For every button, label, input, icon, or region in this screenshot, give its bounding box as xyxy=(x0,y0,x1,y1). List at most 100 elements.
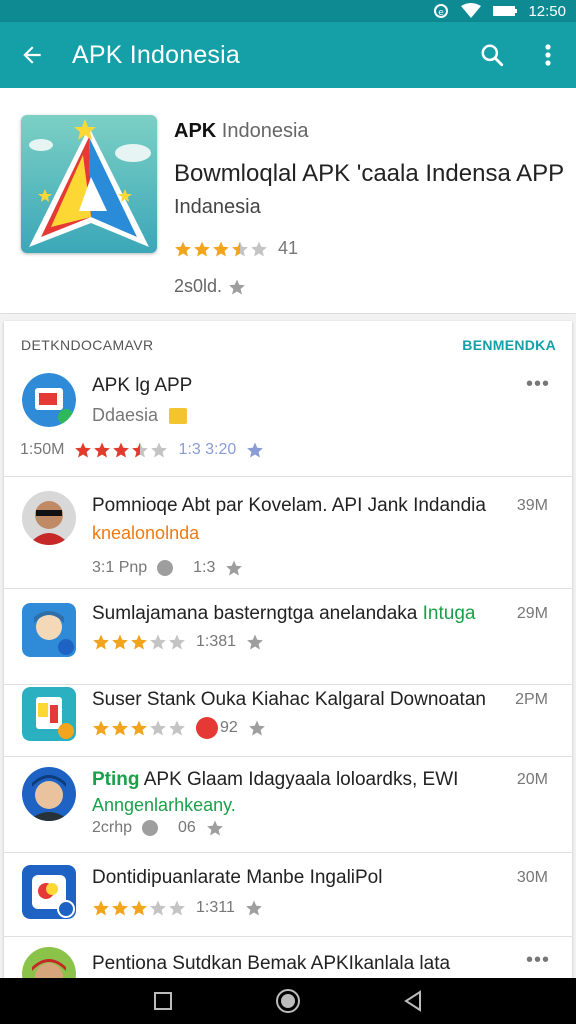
star-icon xyxy=(131,720,147,736)
search-button[interactable] xyxy=(464,22,520,88)
system-nav-bar xyxy=(0,978,576,1024)
app-size: 2PM xyxy=(515,691,548,708)
rating-count: 06 xyxy=(178,819,196,836)
app-name: Suser Stank Ouka Kiahac Kalgaral Downoat… xyxy=(92,689,486,710)
list-item[interactable]: APK lg APP Ddaesia ••• 1:50M 1:3 3:20 xyxy=(4,365,572,477)
back-button[interactable] xyxy=(0,22,64,88)
home-circle-icon xyxy=(275,989,300,1013)
app-publisher: Ddaesia xyxy=(92,405,188,426)
star-icon xyxy=(169,900,185,916)
list-item[interactable]: Suser Stank Ouka Kiahac Kalgaral Downoat… xyxy=(4,685,572,757)
rating-count: 1:3 xyxy=(193,559,216,576)
user-avatar-icon xyxy=(22,947,76,981)
star-icon xyxy=(247,634,263,650)
section-more-link[interactable]: BENMENDKA xyxy=(462,337,556,353)
rating-count: 1:311 xyxy=(196,899,235,916)
publisher-name: knealonolnda xyxy=(92,523,200,543)
app-logo-icon xyxy=(21,115,157,253)
app-bar-title: APK Indonesia xyxy=(72,40,240,69)
download-size: 3:1 Pnp xyxy=(92,559,148,576)
list-item[interactable]: Pting APK Glaam Idagyaala loloardks, EWI… xyxy=(4,757,572,853)
app-name-bold: APK xyxy=(174,120,217,142)
arrow-left-icon xyxy=(23,46,41,64)
app-meta: 3:1 Pnp 1:3 xyxy=(92,559,243,577)
app-publisher: APK Indonesia xyxy=(174,120,309,143)
app-size: 29M xyxy=(516,605,548,622)
app-name: Dontidipuanlarate Manbe IngaliPol xyxy=(92,867,383,888)
list-item[interactable]: Dontidipuanlarate Manbe IngaliPol 30M 1:… xyxy=(4,853,572,937)
more-options-icon[interactable]: ••• xyxy=(526,373,550,396)
app-size: 20M xyxy=(516,771,548,788)
star-icon xyxy=(93,900,109,916)
star-icon xyxy=(248,720,265,736)
app-name: APK lg APP xyxy=(92,375,193,396)
app-avatar-icon xyxy=(22,373,76,427)
battery-icon xyxy=(492,4,518,18)
publisher-name: Anngenlarhkeany. xyxy=(92,795,236,815)
triangle-back-icon xyxy=(404,990,422,1012)
star-icon xyxy=(169,720,185,736)
calendar-icon xyxy=(169,408,188,425)
search-icon xyxy=(481,44,504,67)
clock-icon xyxy=(157,560,174,576)
svg-text:e: e xyxy=(439,8,445,18)
app-meta: 1:311 xyxy=(92,899,263,917)
star-icon xyxy=(245,900,262,916)
star-icon xyxy=(206,820,223,836)
back-nav-button[interactable] xyxy=(393,981,433,1021)
app-avatar-icon xyxy=(22,865,76,919)
overflow-menu-button[interactable] xyxy=(520,22,576,88)
app-rating: 41 xyxy=(174,238,298,259)
star-icon xyxy=(132,442,149,458)
clock-icon xyxy=(142,820,159,836)
app-name-light: Indonesia xyxy=(221,120,309,142)
recents-button[interactable] xyxy=(143,981,183,1021)
data-icon: e xyxy=(432,3,450,19)
star-icon xyxy=(93,634,109,650)
square-icon xyxy=(153,992,172,1010)
star-icon xyxy=(226,560,243,576)
download-size: 1:50M xyxy=(20,441,65,458)
app-meta: 92 xyxy=(92,717,266,739)
app-title: Bowmloqlal APK 'caala Indensa APP xyxy=(174,160,565,187)
rating-stars xyxy=(74,441,168,459)
status-time: 12:50 xyxy=(528,2,566,20)
rating-count: 1:3 3:20 xyxy=(178,441,237,458)
list-item[interactable]: Sumlajamana basterngtga anelandaka Intug… xyxy=(4,589,572,685)
rating-count: 1:381 xyxy=(196,633,237,650)
download-size: 2crhp xyxy=(92,819,133,836)
list-item[interactable]: Pentiona Sutdkan Bemak APKIkanlala lata … xyxy=(4,937,572,981)
app-name-text: APK Glaam Idagyaala loloardks, EWI xyxy=(143,769,459,790)
list-item[interactable]: Pomnioqe Abt par Kovelam. API Jank Indan… xyxy=(4,477,572,589)
more-options-icon[interactable]: ••• xyxy=(526,949,550,972)
star-icon xyxy=(151,442,168,458)
download-count: 2s0ld. xyxy=(174,276,223,296)
rating-count: 41 xyxy=(278,238,299,258)
app-name: Sumlajamana basterngtga anelandaka Intug… xyxy=(92,603,502,625)
app-meta: 2s0ld. xyxy=(174,276,246,297)
home-button[interactable] xyxy=(268,981,308,1021)
app-avatar-icon xyxy=(22,603,76,657)
section-header: DETKNDOCAMAVR BENMENDKA xyxy=(4,321,572,365)
star-icon xyxy=(131,900,147,916)
star-icon xyxy=(169,634,185,650)
rating-stars xyxy=(174,240,268,258)
star-icon xyxy=(75,442,92,458)
rating-stars xyxy=(92,719,186,737)
star-icon xyxy=(94,442,111,458)
star-icon xyxy=(213,241,229,256)
app-bar: APK Indonesia xyxy=(0,22,576,88)
star-icon xyxy=(112,900,128,916)
star-icon xyxy=(112,634,128,650)
app-size: 30M xyxy=(516,869,548,886)
star-icon xyxy=(247,442,264,458)
app-name-highlight: Intuga xyxy=(422,603,476,624)
app-meta: 1:50M 1:3 3:20 xyxy=(20,441,264,459)
user-avatar-icon xyxy=(22,767,76,821)
star-icon xyxy=(232,241,248,256)
star-icon xyxy=(150,634,166,650)
featured-app[interactable]: APK Indonesia Bowmloqlal APK 'caala Inde… xyxy=(0,88,576,314)
app-avatar-icon xyxy=(22,687,76,741)
star-icon xyxy=(251,241,267,256)
rating-count: 92 xyxy=(220,719,238,736)
